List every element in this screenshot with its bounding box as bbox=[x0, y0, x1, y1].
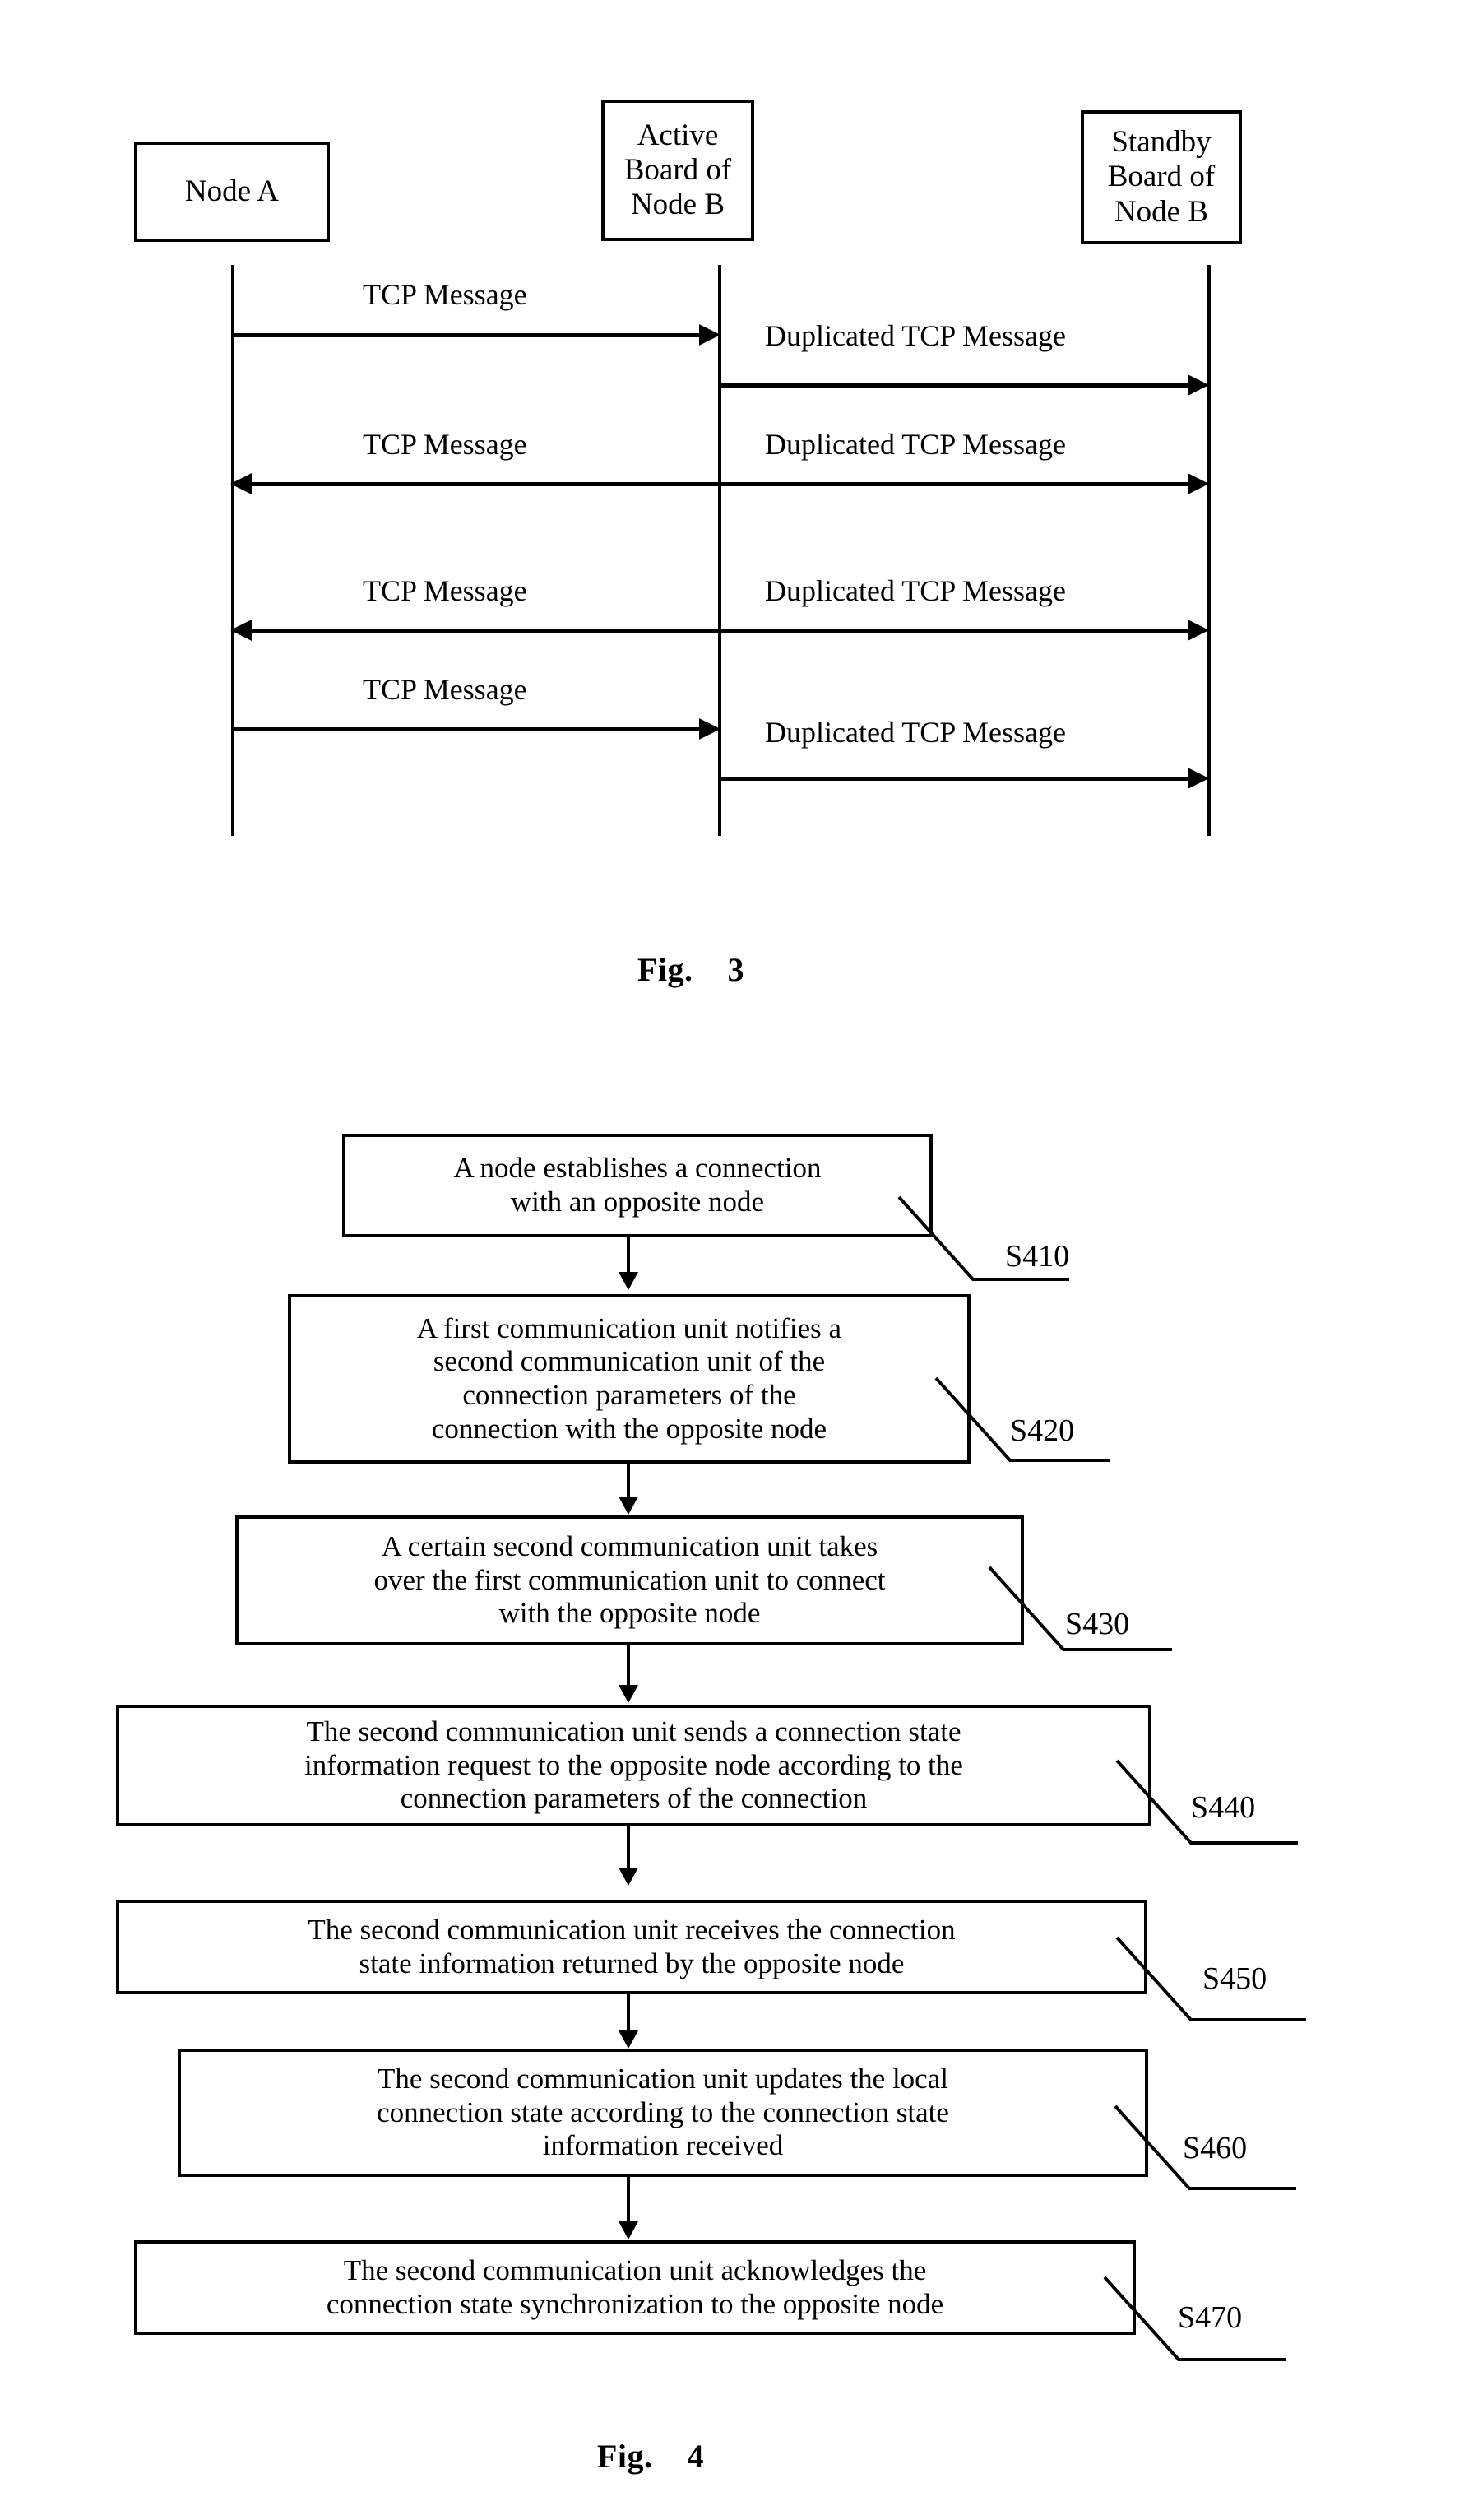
patent-figure-page: Node A Active Board of Node B Standby Bo… bbox=[0, 0, 1478, 2520]
flow-connector-s410-s420 bbox=[627, 1237, 630, 1272]
leader-line-s410 bbox=[897, 1195, 1069, 1281]
flow-box-text-s420: A first communication unit notifies a se… bbox=[416, 1311, 842, 1445]
flow-arrow-s440-s450 bbox=[619, 1868, 638, 1886]
flow-box-s450: The second communication unit receives t… bbox=[116, 1900, 1147, 1994]
flow-box-s420: A first communication unit notifies a se… bbox=[288, 1294, 971, 1464]
flow-box-text-s410: A node establishes a connection with an … bbox=[453, 1152, 822, 1218]
flow-box-text-s450: The second communication unit receives t… bbox=[308, 1913, 956, 1979]
figure-4: A node establishes a connection with an … bbox=[0, 0, 1478, 2520]
flow-box-s460: The second communication unit updates th… bbox=[178, 2049, 1148, 2177]
figure-4-caption: Fig. 4 bbox=[597, 2438, 705, 2475]
flow-box-text-s470: The second communication unit acknowledg… bbox=[326, 2253, 944, 2320]
step-id-s460: S460 bbox=[1183, 2131, 1248, 2165]
flow-connector-s440-s450 bbox=[627, 1826, 630, 1868]
flow-box-s470: The second communication unit acknowledg… bbox=[134, 2240, 1136, 2335]
flow-arrow-s450-s460 bbox=[619, 2030, 638, 2049]
step-id-s470: S470 bbox=[1178, 2300, 1243, 2335]
flow-box-s440: The second communication unit sends a co… bbox=[116, 1705, 1151, 1826]
flow-box-text-s440: The second communication unit sends a co… bbox=[304, 1715, 963, 1815]
flow-arrow-s410-s420 bbox=[619, 1272, 638, 1290]
flow-box-text-s460: The second communication unit updates th… bbox=[377, 2063, 949, 2162]
flow-arrow-s460-s470 bbox=[619, 2221, 638, 2239]
flow-arrow-s420-s430 bbox=[619, 1497, 638, 1515]
flow-connector-s420-s430 bbox=[627, 1464, 630, 1497]
step-id-s420: S420 bbox=[1010, 1413, 1075, 1448]
flow-box-s410: A node establishes a connection with an … bbox=[342, 1134, 933, 1237]
flow-connector-s430-s440 bbox=[627, 1645, 630, 1685]
flow-box-s430: A certain second communication unit take… bbox=[235, 1515, 1024, 1645]
flow-arrow-s430-s440 bbox=[619, 1685, 638, 1703]
step-id-s410: S410 bbox=[1005, 1239, 1070, 1274]
step-id-s430: S430 bbox=[1065, 1607, 1130, 1641]
flow-connector-s450-s460 bbox=[627, 1994, 630, 2030]
step-id-s450: S450 bbox=[1202, 1961, 1267, 1996]
step-id-s440: S440 bbox=[1191, 1790, 1256, 1825]
flow-box-text-s430: A certain second communication unit take… bbox=[373, 1530, 886, 1630]
flow-connector-s460-s470 bbox=[627, 2177, 630, 2221]
